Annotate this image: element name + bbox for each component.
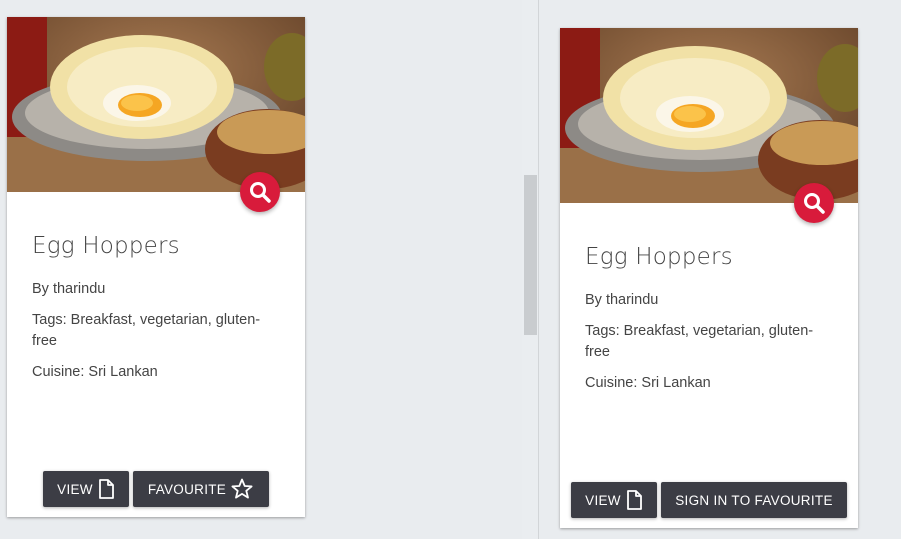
view-button-label: VIEW — [585, 492, 621, 508]
search-icon — [804, 193, 825, 214]
sign-in-button-label: SIGN IN TO FAVOURITE — [675, 492, 833, 508]
view-button[interactable]: VIEW — [571, 482, 657, 518]
recipe-title: Egg Hoppers — [32, 233, 180, 259]
search-icon — [250, 182, 271, 203]
view-button[interactable]: VIEW — [43, 471, 129, 507]
recipe-tags: Tags: Breakfast, vegetarian, gluten-free — [585, 323, 814, 360]
recipe-title: Egg Hoppers — [585, 244, 733, 270]
zoom-button[interactable] — [240, 172, 280, 212]
recipe-card: Egg Hoppers By tharindu Tags: Breakfast,… — [560, 28, 858, 528]
recipe-card: Egg Hoppers By tharindu Tags: Breakfast,… — [7, 17, 305, 517]
favourite-button-label: FAVOURITE — [147, 481, 227, 497]
document-icon — [98, 479, 114, 499]
egg-hoppers-photo — [560, 28, 858, 203]
document-icon — [626, 490, 642, 510]
recipe-author: By tharindu — [585, 292, 659, 308]
zoom-button[interactable] — [794, 183, 834, 223]
sign-in-to-favourite-button[interactable]: SIGN IN TO FAVOURITE — [661, 482, 847, 518]
recipe-image[interactable] — [7, 17, 305, 192]
recipe-author: By tharindu — [32, 281, 106, 297]
recipe-tags: Tags: Breakfast, vegetarian, gluten-free — [32, 312, 261, 349]
scrollbar-thumb[interactable] — [524, 175, 537, 335]
recipe-cuisine: Cuisine: Sri Lankan — [585, 375, 711, 391]
recipe-cuisine: Cuisine: Sri Lankan — [32, 364, 158, 380]
egg-hoppers-photo — [7, 17, 305, 192]
favourite-button[interactable]: FAVOURITE — [133, 471, 269, 507]
view-button-label: VIEW — [57, 481, 93, 497]
recipe-image[interactable] — [560, 28, 858, 203]
star-outline-icon — [231, 478, 253, 499]
